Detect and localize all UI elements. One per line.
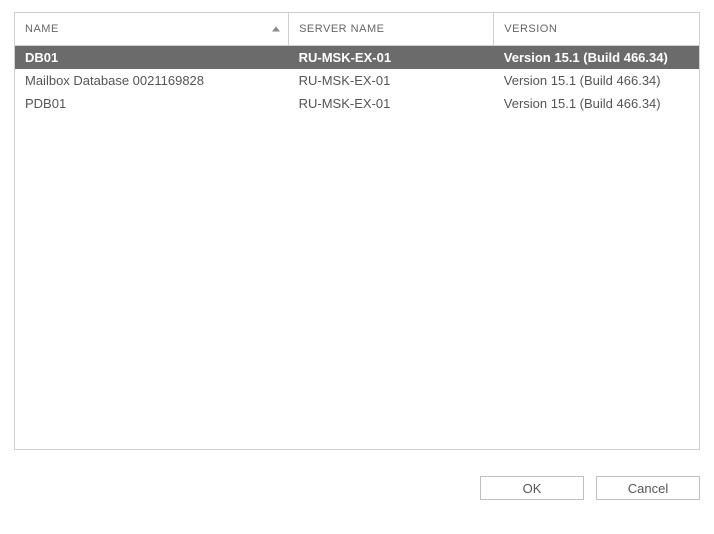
cell-server: RU-MSK-EX-01 bbox=[289, 46, 494, 70]
column-header-server[interactable]: SERVER NAME bbox=[289, 13, 494, 46]
table-row[interactable]: Mailbox Database 0021169828RU-MSK-EX-01V… bbox=[15, 69, 699, 92]
cell-server: RU-MSK-EX-01 bbox=[289, 92, 494, 115]
cancel-button[interactable]: Cancel bbox=[596, 476, 700, 500]
cell-name: PDB01 bbox=[15, 92, 289, 115]
cell-name: Mailbox Database 0021169828 bbox=[15, 69, 289, 92]
column-header-server-label: SERVER NAME bbox=[299, 23, 384, 35]
column-header-name[interactable]: NAME bbox=[15, 13, 289, 46]
cell-version: Version 15.1 (Build 466.34) bbox=[494, 46, 699, 70]
column-header-version-label: VERSION bbox=[504, 23, 557, 35]
table-row[interactable]: DB01RU-MSK-EX-01Version 15.1 (Build 466.… bbox=[15, 46, 699, 70]
cell-name: DB01 bbox=[15, 46, 289, 70]
cell-server: RU-MSK-EX-01 bbox=[289, 69, 494, 92]
column-header-name-label: NAME bbox=[25, 23, 59, 35]
database-table: NAME SERVER NAME VERSION DB01RU-MSK-EX-0… bbox=[15, 13, 699, 115]
cell-version: Version 15.1 (Build 466.34) bbox=[494, 92, 699, 115]
table-row[interactable]: PDB01RU-MSK-EX-01Version 15.1 (Build 466… bbox=[15, 92, 699, 115]
sort-asc-icon bbox=[272, 27, 280, 32]
ok-button[interactable]: OK bbox=[480, 476, 584, 500]
header-row: NAME SERVER NAME VERSION bbox=[15, 13, 699, 46]
dialog-body: NAME SERVER NAME VERSION DB01RU-MSK-EX-0… bbox=[0, 0, 714, 460]
column-header-version[interactable]: VERSION bbox=[494, 13, 699, 46]
cell-version: Version 15.1 (Build 466.34) bbox=[494, 69, 699, 92]
dialog-buttons: OK Cancel bbox=[0, 460, 714, 500]
database-grid: NAME SERVER NAME VERSION DB01RU-MSK-EX-0… bbox=[14, 12, 700, 450]
